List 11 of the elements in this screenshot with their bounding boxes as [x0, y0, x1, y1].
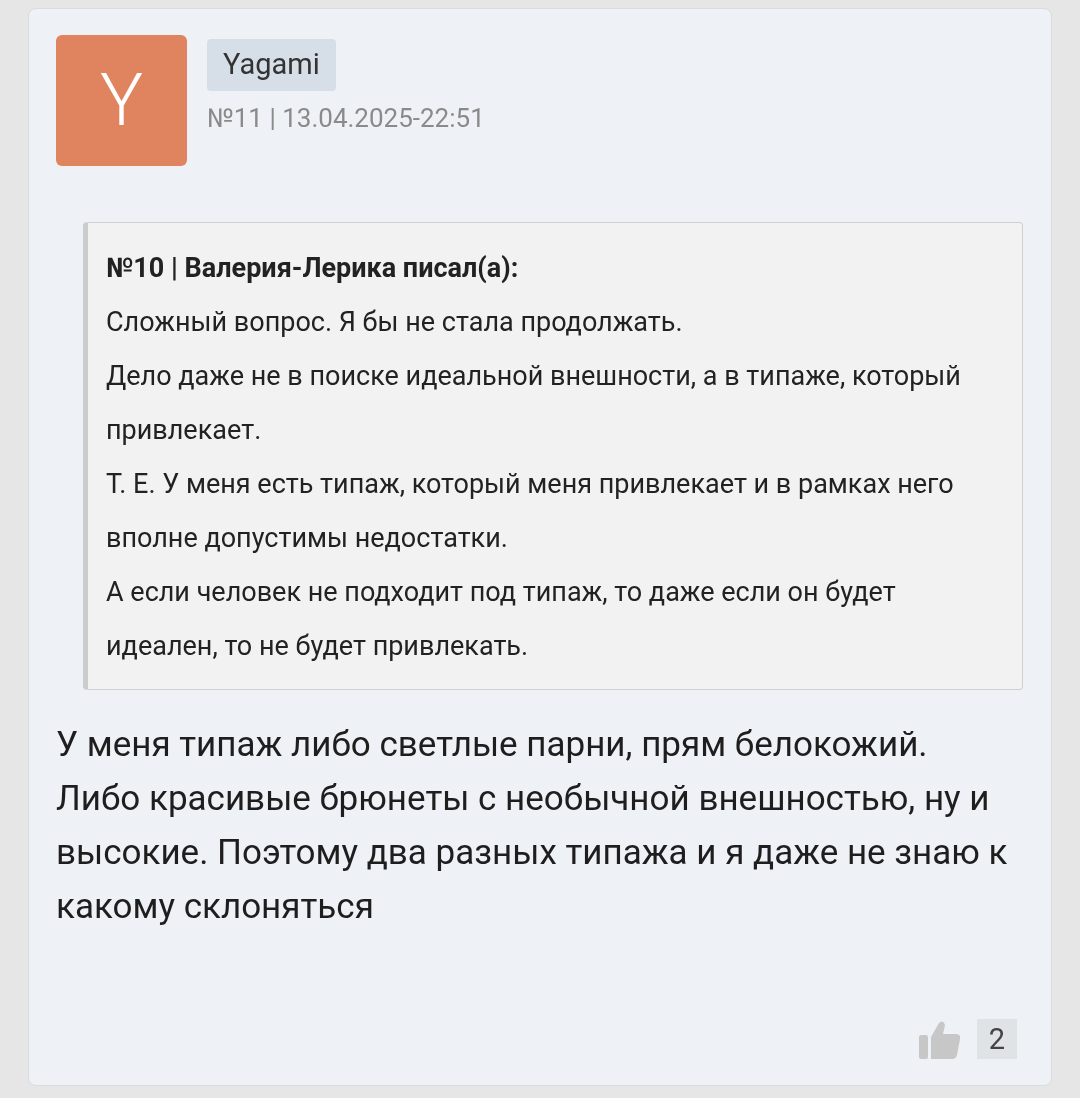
post-meta: №11 | 13.04.2025-22:51	[207, 101, 485, 135]
like-count: 2	[976, 1019, 1017, 1059]
quote-paragraph: Сложный вопрос. Я бы не стала продолжать.	[106, 305, 684, 340]
avatar: Y	[56, 35, 187, 166]
quote-paragraph: А если человек не подходит под типаж, то даже если он будет идеален, то не будет привлекать.	[106, 575, 897, 664]
quote-paragraph: Дело даже не в поиске идеальной внешности, а в типаже, который привлекает.	[106, 359, 962, 448]
post-text: У меня типаж либо светлые парни, прям белокожий. Либо красивые брюнеты с необычной внешностью, ну и высокие. Поэтому два разных типажа и я даже не знаю к какому склоняться	[56, 723, 1009, 929]
quote-header: №10 | Валерия-Лерика писал(а):	[106, 251, 520, 286]
quote-paragraph: Т. Е. У меня есть типаж, который меня привлекает и в рамках него вполне допустимы недостатки.	[106, 467, 955, 556]
thumbs-up-icon[interactable]	[918, 1019, 961, 1059]
author-name[interactable]: Yagami	[207, 39, 336, 91]
